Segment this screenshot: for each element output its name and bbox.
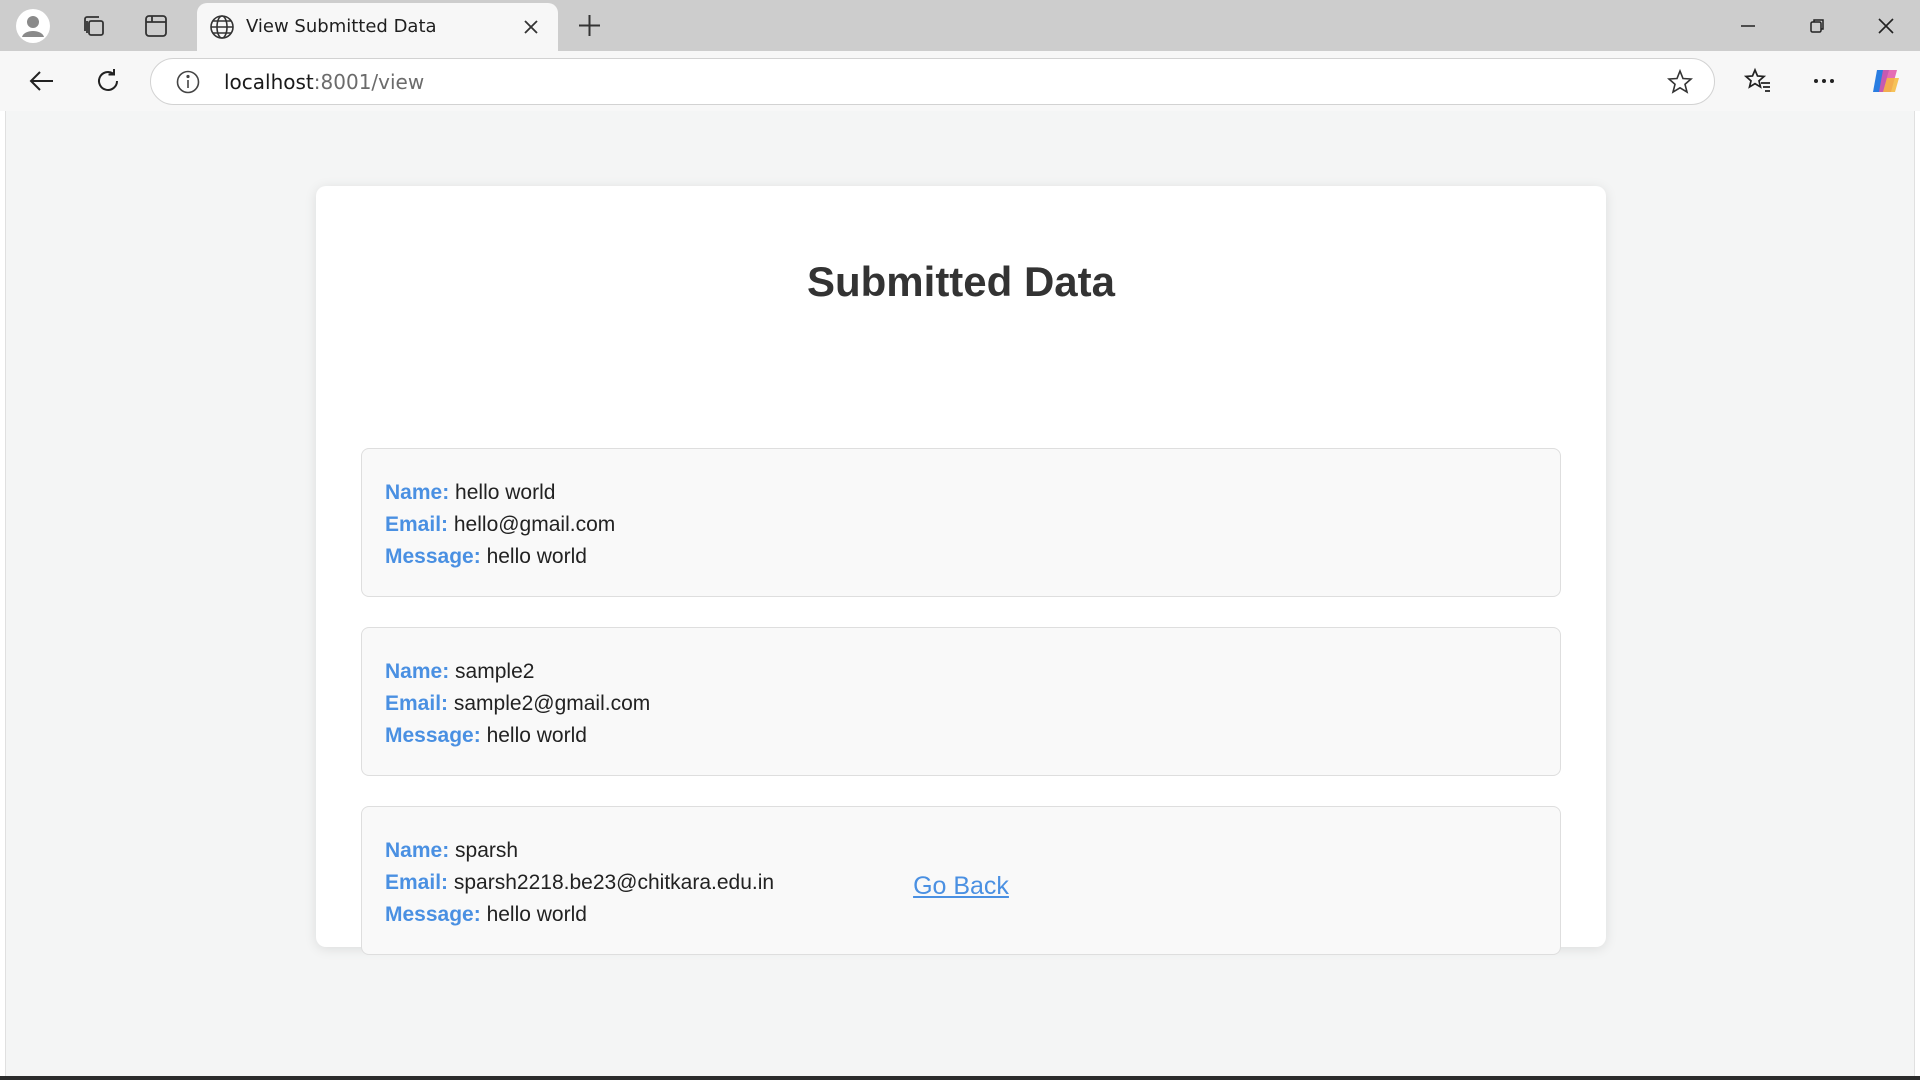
- tab-actions-icon[interactable]: [137, 7, 174, 44]
- entry-email-line: Email: hello@gmail.com: [385, 509, 1560, 541]
- entry-message-line: Message: hello world: [385, 899, 1560, 931]
- tab-view-submitted-data[interactable]: View Submitted Data: [197, 3, 558, 51]
- email-label: Email:: [385, 692, 449, 715]
- submission-entry: Name: hello world Email: hello@gmail.com…: [361, 448, 1561, 597]
- message-value: hello world: [486, 545, 587, 568]
- collections-icon[interactable]: [75, 7, 112, 44]
- globe-icon: [207, 12, 237, 42]
- restore-icon[interactable]: [1797, 7, 1837, 44]
- star-icon[interactable]: [1666, 68, 1694, 96]
- browser-toolbar: localhost:8001/view: [0, 51, 1920, 111]
- tab-title: View Submitted Data: [246, 16, 437, 37]
- address-bar[interactable]: localhost:8001/view: [150, 58, 1715, 105]
- profile-icon[interactable]: [14, 7, 51, 44]
- email-value: sample2@gmail.com: [453, 692, 651, 715]
- name-label: Name:: [385, 660, 450, 683]
- go-back-container: Go Back: [316, 872, 1606, 901]
- message-value: hello world: [486, 903, 587, 926]
- window-bottom-edge: [0, 1076, 1920, 1080]
- submission-entry: Name: sample2 Email: sample2@gmail.com M…: [361, 627, 1561, 776]
- favorites-icon[interactable]: [1738, 61, 1778, 101]
- back-arrow-icon[interactable]: [22, 61, 62, 101]
- name-value: hello world: [455, 481, 556, 504]
- entry-name-line: Name: hello world: [385, 477, 1560, 509]
- name-value: sparsh: [455, 839, 519, 862]
- entry-name-line: Name: sample2: [385, 656, 1560, 688]
- more-icon[interactable]: [1804, 61, 1844, 101]
- entry-email-line: Email: sample2@gmail.com: [385, 688, 1560, 720]
- page-title: Submitted Data: [806, 258, 1116, 305]
- name-label: Name:: [385, 481, 450, 504]
- email-value: hello@gmail.com: [453, 513, 616, 536]
- reload-icon[interactable]: [88, 61, 128, 101]
- name-value: sample2: [455, 660, 535, 683]
- minimize-icon[interactable]: [1728, 7, 1768, 44]
- message-value: hello world: [486, 724, 587, 747]
- message-label: Message:: [385, 724, 481, 747]
- message-label: Message:: [385, 545, 481, 568]
- email-label: Email:: [385, 513, 449, 536]
- entry-name-line: Name: sparsh: [385, 835, 1560, 867]
- url-path: :8001/view: [313, 70, 425, 94]
- close-window-icon[interactable]: [1866, 7, 1906, 44]
- go-back-link[interactable]: Go Back: [913, 872, 1009, 900]
- url-host: localhost: [224, 70, 314, 94]
- name-label: Name:: [385, 839, 450, 862]
- page-viewport: Submitted Data Name: hello world Email: …: [5, 111, 1915, 1076]
- plus-icon[interactable]: [571, 7, 608, 44]
- entry-message-line: Message: hello world: [385, 720, 1560, 752]
- data-card: Submitted Data Name: hello world Email: …: [316, 186, 1606, 955]
- entry-message-line: Message: hello world: [385, 541, 1560, 573]
- url-text[interactable]: localhost:8001/view: [224, 70, 424, 94]
- copilot-icon[interactable]: [1866, 61, 1906, 101]
- browser-titlebar: View Submitted Data: [0, 0, 1920, 51]
- message-label: Message:: [385, 903, 481, 926]
- info-icon[interactable]: [175, 69, 201, 95]
- close-icon[interactable]: [517, 13, 545, 41]
